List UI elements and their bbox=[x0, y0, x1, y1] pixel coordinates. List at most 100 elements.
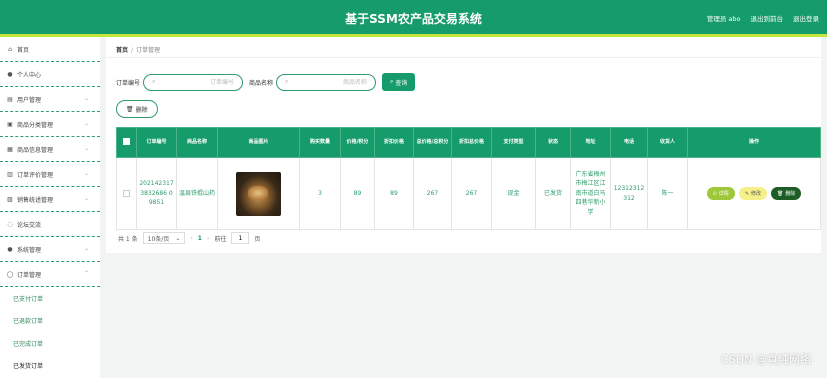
product-image[interactable] bbox=[236, 171, 281, 216]
stats-icon: ▧ bbox=[7, 195, 13, 203]
sidebar-item-reviews[interactable]: ▥ 订单评价管理 ⌄ bbox=[0, 162, 100, 187]
select-all-cell bbox=[116, 127, 137, 158]
order-no-search-field[interactable]: ⌕ bbox=[143, 73, 244, 91]
page-number-current[interactable]: 1 bbox=[198, 235, 202, 242]
sidebar-item-orders[interactable]: ◯ 订单管理 ⌃ bbox=[0, 262, 100, 287]
sidebar-subitem-shipped-orders[interactable]: 已发货订单 bbox=[0, 355, 100, 378]
column-header: 状态 bbox=[535, 127, 571, 158]
sidebar-item-label: 订单评价管理 bbox=[17, 171, 54, 179]
exit-to-front-link[interactable]: 退出到前台 bbox=[751, 13, 784, 23]
edit-button[interactable]: ✎ 修改 bbox=[738, 187, 768, 200]
sidebar-subitem-completed-orders[interactable]: 已完成订单 bbox=[0, 332, 100, 355]
breadcrumb-home[interactable]: 首页 bbox=[116, 47, 128, 54]
trash-icon: 🗑 bbox=[126, 105, 134, 113]
table-row: 2021423173832686 09851 温县铁棍山药 3 89 89 26… bbox=[116, 157, 821, 230]
main-panel: 首页/订单管理 订单编号 ⌕ 商品名称 ⌕ ⌕ 查询 🗑 删除 bbox=[106, 37, 821, 253]
prev-page-button[interactable]: ‹ bbox=[190, 235, 192, 242]
row-checkbox[interactable] bbox=[123, 189, 130, 197]
logout-link[interactable]: 退出登录 bbox=[793, 13, 819, 23]
watermark: CSDN @真纯网络 bbox=[721, 353, 811, 366]
sidebar-item-label: 系统管理 bbox=[17, 246, 42, 254]
home-icon: ⌂ bbox=[8, 45, 12, 53]
delete-button[interactable]: 🗑 删除 bbox=[771, 187, 802, 200]
order-no-label: 订单编号 bbox=[116, 79, 141, 87]
settings-icon: ● bbox=[7, 245, 13, 253]
row-actions: ⊙ 详情 ✎ 修改 🗑 删除 bbox=[690, 187, 818, 200]
column-header: 总价格/总积分 bbox=[413, 127, 452, 158]
column-header: 电话 bbox=[610, 127, 648, 158]
chevron-down-icon: ⌄ bbox=[83, 245, 89, 252]
goods-icon: ▦ bbox=[7, 145, 13, 153]
qty-cell: 3 bbox=[299, 157, 341, 230]
goto-page-input[interactable] bbox=[231, 232, 250, 244]
status-cell: 已发货 bbox=[535, 157, 571, 230]
column-header: 购买数量 bbox=[299, 127, 341, 158]
product-name-search-field[interactable]: ⌕ bbox=[276, 73, 377, 91]
breadcrumb-current: 订单管理 bbox=[136, 47, 161, 54]
chevron-down-icon: ⌄ bbox=[83, 120, 89, 127]
detail-button[interactable]: ⊙ 详情 bbox=[706, 187, 735, 200]
row-select-cell bbox=[116, 157, 137, 230]
column-header: 价格/积分 bbox=[340, 127, 375, 158]
sidebar-item-categories[interactable]: ▣ 商品分类管理 ⌄ bbox=[0, 112, 100, 137]
order-no-cell: 2021423173832686 09851 bbox=[136, 157, 177, 230]
sidebar-item-label: 论坛交流 bbox=[17, 221, 42, 229]
sidebar-item-label: 个人中心 bbox=[17, 71, 42, 79]
sidebar-item-label: 商品分类管理 bbox=[17, 121, 54, 129]
sidebar-item-goods[interactable]: ▦ 商品信息管理 ⌄ bbox=[0, 137, 100, 162]
breadcrumb-separator: / bbox=[131, 47, 134, 54]
sidebar-item-forum[interactable]: ◌ 论坛交流 bbox=[0, 212, 100, 237]
top-links: 管理员 abo 退出到前台 退出登录 bbox=[707, 13, 819, 23]
search-button[interactable]: ⌕ 查询 bbox=[382, 73, 416, 91]
batch-delete-label: 删除 bbox=[135, 106, 148, 114]
sidebar-item-system[interactable]: ● 系统管理 ⌄ bbox=[0, 237, 100, 262]
sidebar-subitem-paid-orders[interactable]: 已支付订单 bbox=[0, 287, 100, 310]
sidebar-subitem-refunded-orders[interactable]: 已退款订单 bbox=[0, 310, 100, 333]
users-icon: ▤ bbox=[7, 95, 13, 103]
select-all-checkbox[interactable] bbox=[123, 138, 130, 146]
chevron-down-icon: ⌄ bbox=[83, 195, 89, 202]
order-icon: ◯ bbox=[6, 270, 14, 278]
sidebar-item-users[interactable]: ▤ 用户管理 ⌄ bbox=[0, 87, 100, 112]
column-header: 折扣总价格 bbox=[451, 127, 492, 158]
column-header: 商品图片 bbox=[217, 127, 300, 158]
pagination: 共 1 条 10条/页 ⌄ ‹ 1 › 前往 页 bbox=[118, 232, 260, 244]
sidebar-item-label: 商品信息管理 bbox=[17, 146, 54, 154]
sidebar-item-profile[interactable]: ● 个人中心 bbox=[0, 62, 100, 87]
goto-label: 前往 bbox=[214, 235, 227, 243]
edit-button-label: 修改 bbox=[751, 191, 762, 197]
breadcrumb: 首页 / 订单管理 bbox=[116, 45, 160, 54]
product-name-label: 商品名称 bbox=[249, 79, 274, 87]
product-name-input[interactable] bbox=[288, 78, 368, 86]
discount-total-cell: 267 bbox=[451, 157, 492, 230]
receiver-cell: 陈一 bbox=[647, 157, 688, 230]
column-header: 支付类型 bbox=[491, 127, 536, 158]
detail-icon: ⊙ bbox=[712, 190, 717, 197]
chevron-down-icon: ⌄ bbox=[175, 234, 181, 242]
column-header: 操作 bbox=[687, 127, 821, 158]
trash-icon: 🗑 bbox=[777, 190, 784, 197]
sidebar-item-home[interactable]: ⌂ 首页 bbox=[0, 37, 100, 62]
next-page-button[interactable]: › bbox=[207, 235, 209, 242]
page-suffix: 页 bbox=[254, 235, 261, 243]
column-header: 收货人 bbox=[647, 127, 688, 158]
chevron-up-icon: ⌃ bbox=[83, 270, 89, 277]
sidebar-item-label: 订单管理 bbox=[17, 271, 42, 279]
page-size-select[interactable]: 10条/页 ⌄ bbox=[142, 232, 186, 244]
category-icon: ▣ bbox=[7, 120, 13, 128]
search-form: 订单编号 ⌕ 商品名称 ⌕ ⌕ 查询 bbox=[116, 73, 416, 91]
column-header: 商品名称 bbox=[176, 127, 218, 158]
total-cell: 267 bbox=[413, 157, 452, 230]
search-icon: ⌕ bbox=[390, 78, 394, 85]
pay-type-cell: 现金 bbox=[491, 157, 536, 230]
delete-button-label: 删除 bbox=[785, 191, 796, 197]
discount-price-cell: 89 bbox=[374, 157, 414, 230]
phone-cell: 12312312312 bbox=[610, 157, 648, 230]
sidebar-item-sales-stats[interactable]: ▧ 销售统计管理 ⌄ bbox=[0, 187, 100, 212]
admin-label: 管理员 abo bbox=[706, 15, 741, 23]
detail-button-label: 详情 bbox=[718, 191, 729, 197]
order-no-input[interactable] bbox=[155, 78, 235, 86]
batch-delete-button[interactable]: 🗑 删除 bbox=[116, 100, 158, 118]
product-name-cell: 温县铁棍山药 bbox=[176, 157, 218, 230]
chevron-down-icon: ⌄ bbox=[83, 145, 89, 152]
